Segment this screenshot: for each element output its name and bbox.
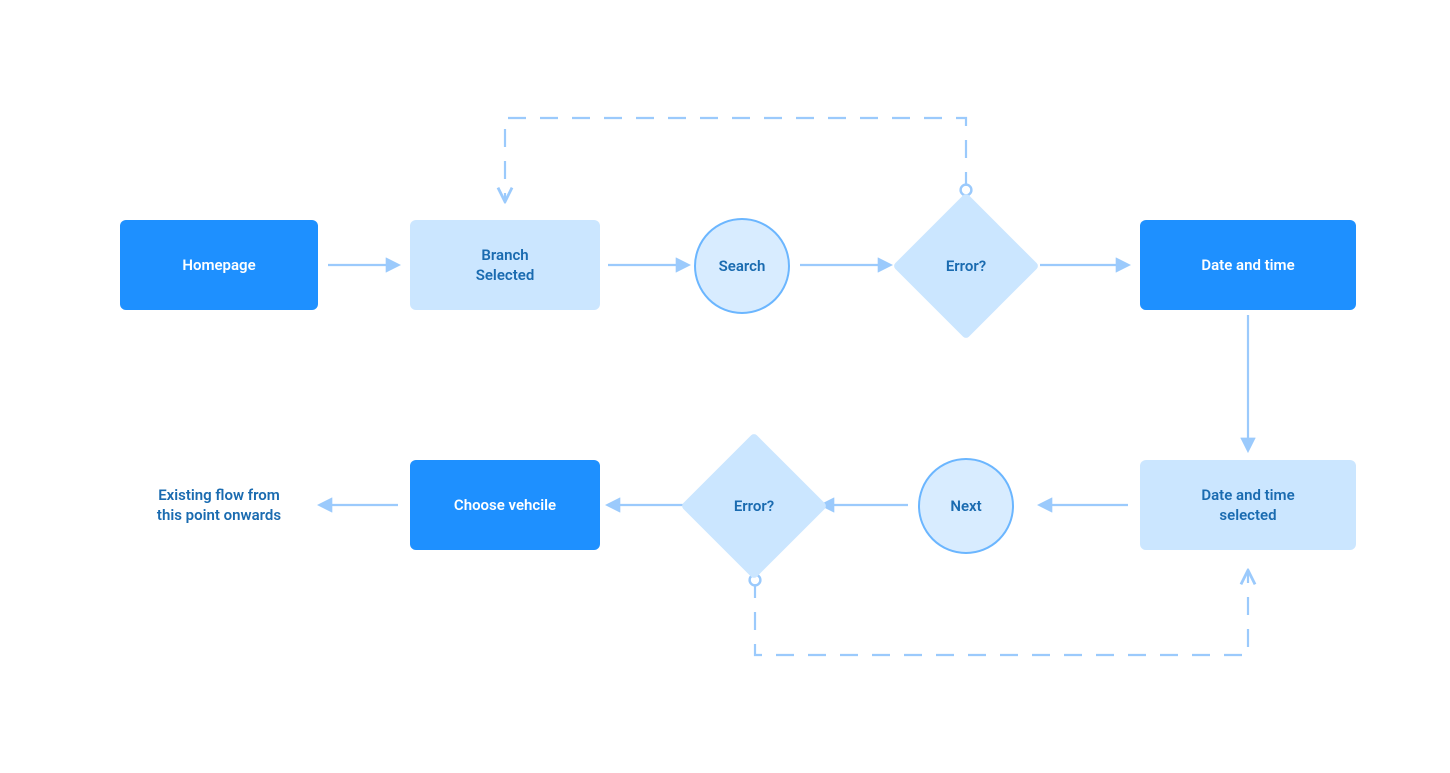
edge-error2-loopback xyxy=(755,572,1248,655)
node-next: Next xyxy=(918,458,1014,554)
node-branch-selected: Branch Selected xyxy=(410,220,600,310)
node-existing-flow: Existing flow from this point onwards xyxy=(120,478,318,532)
node-label: Error? xyxy=(946,256,986,276)
connectors xyxy=(0,0,1450,773)
node-label: Error? xyxy=(734,496,774,516)
node-choose-vehicle: Choose vehcile xyxy=(410,460,600,550)
node-label: Existing flow from this point onwards xyxy=(157,485,281,526)
node-label: Choose vehcile xyxy=(454,495,556,515)
node-label: Branch Selected xyxy=(476,245,535,286)
node-homepage: Homepage xyxy=(120,220,318,310)
edge-error1-loopback xyxy=(505,118,966,200)
node-date-time-selected: Date and time selected xyxy=(1140,460,1356,550)
node-date-time: Date and time xyxy=(1140,220,1356,310)
flow-diagram: Homepage Branch Selected Search Error? D… xyxy=(0,0,1450,773)
node-label: Date and time selected xyxy=(1201,485,1294,526)
node-label: Next xyxy=(950,496,981,516)
node-error1: Error? xyxy=(914,214,1018,318)
node-label: Date and time xyxy=(1201,255,1294,275)
node-search: Search xyxy=(694,218,790,314)
node-error2: Error? xyxy=(702,454,806,558)
node-label: Search xyxy=(719,256,766,276)
node-label: Homepage xyxy=(182,255,255,275)
